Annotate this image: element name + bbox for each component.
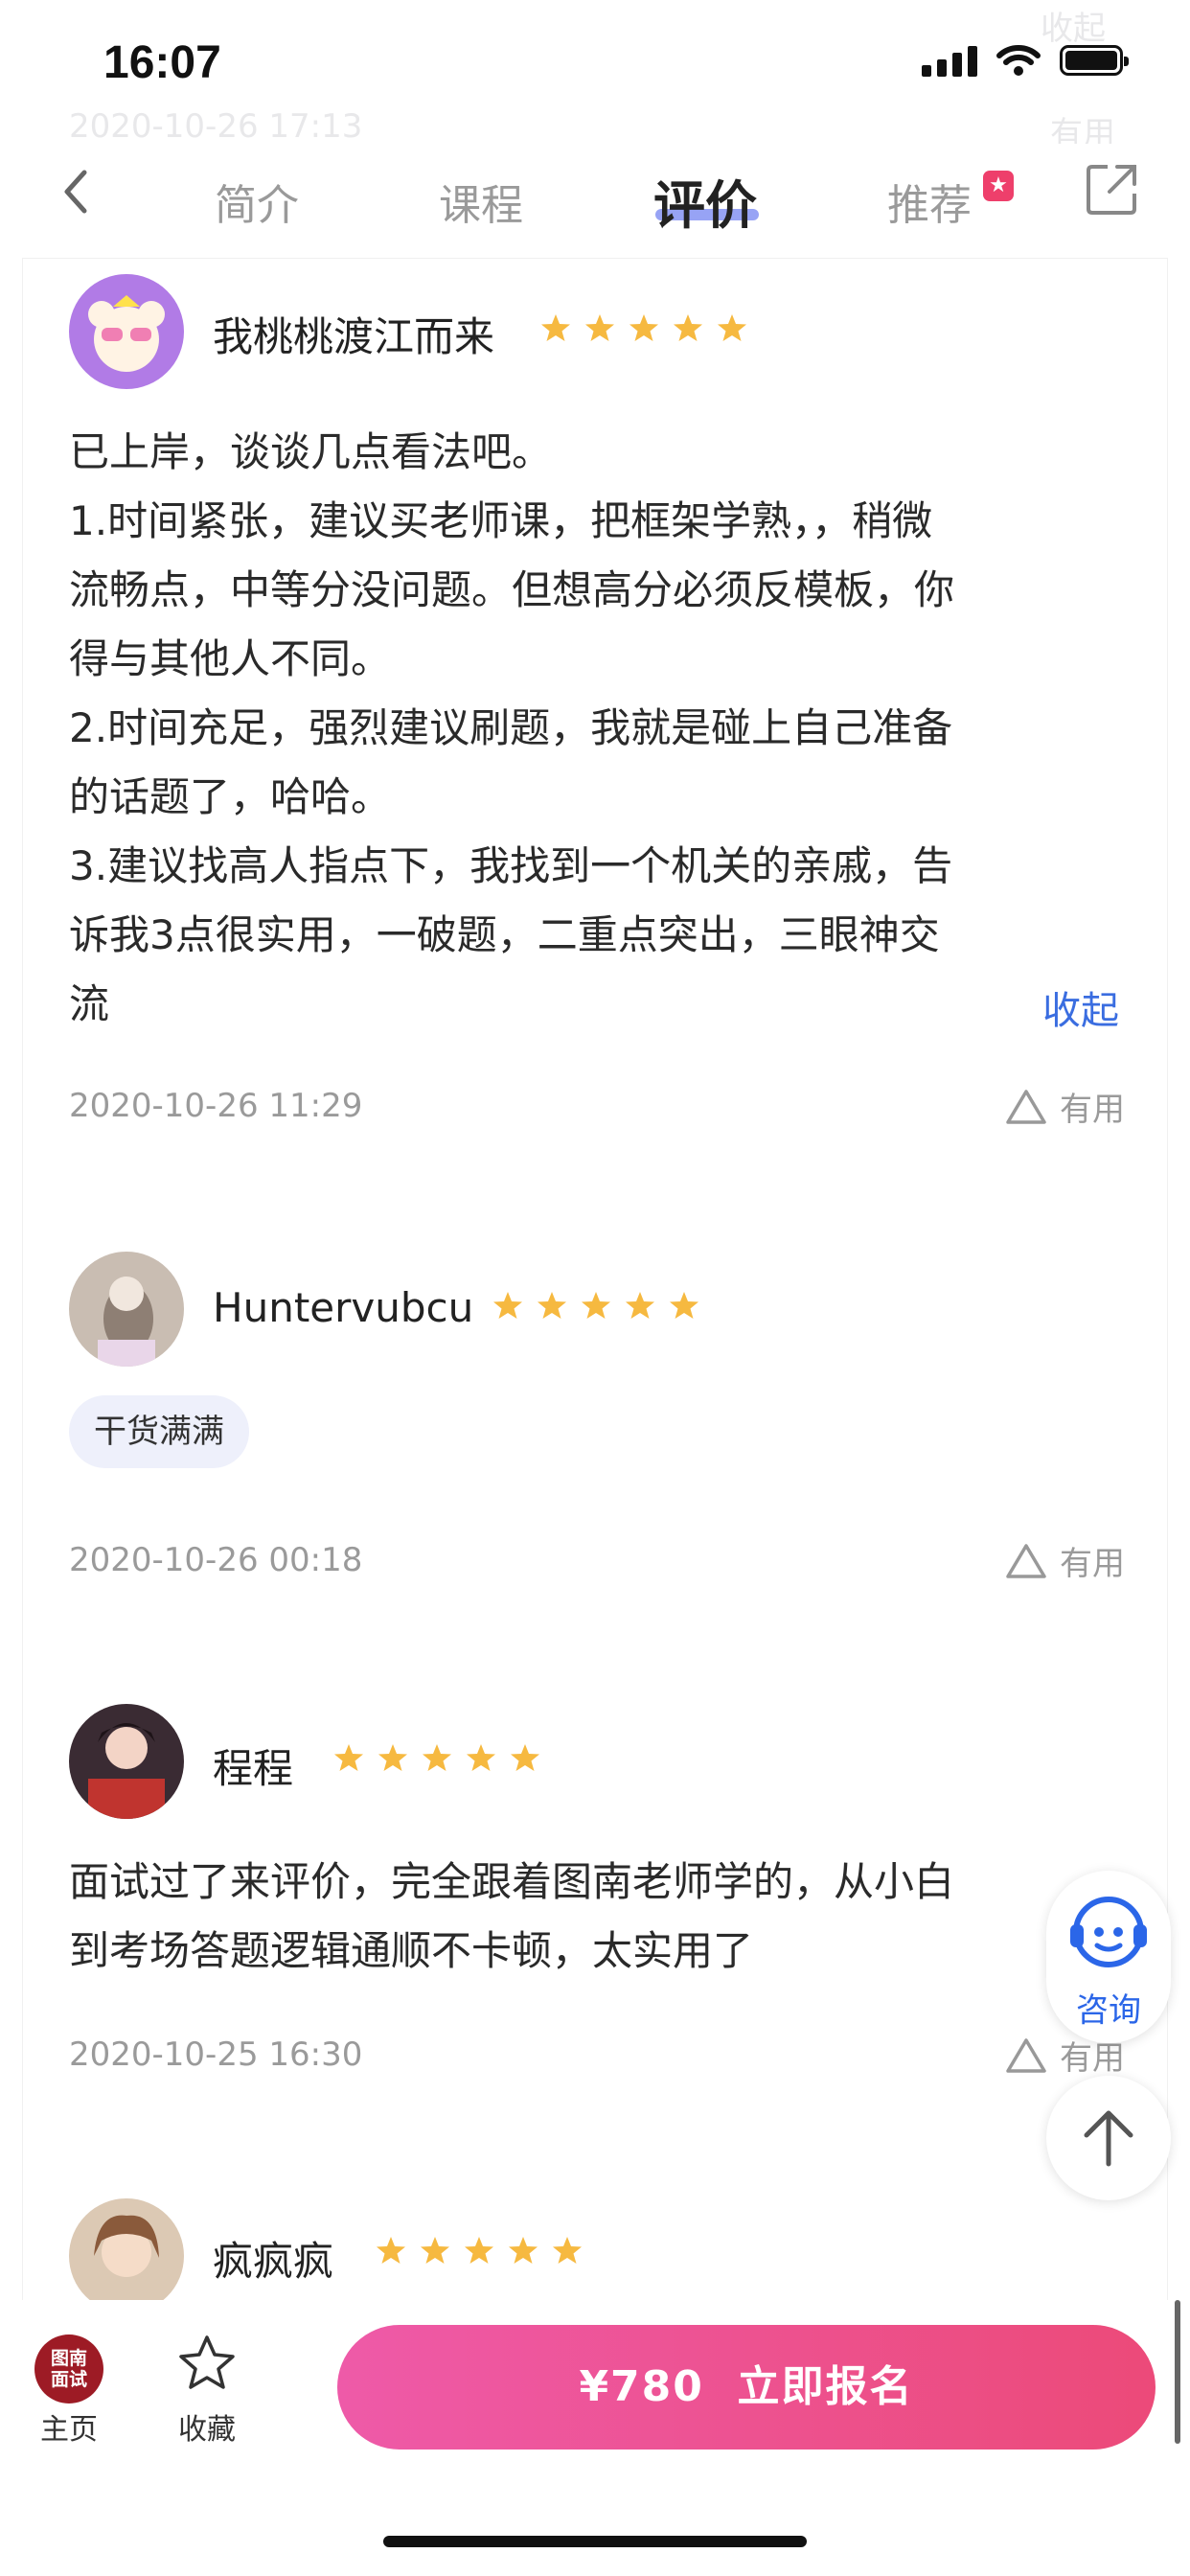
star-icon (423, 1744, 451, 1771)
useful-button[interactable]: 有用 (1004, 1537, 1125, 1584)
scrollbar[interactable] (1175, 2300, 1180, 2444)
star-rating (333, 1742, 540, 1773)
back-to-top-button[interactable] (1046, 2076, 1171, 2200)
useful-label: 有用 (1060, 1545, 1125, 1583)
review-line: 面试过了来评价，完全跟着图南老师学的，从小白 (69, 1858, 955, 1905)
star-outline-icon[interactable] (176, 2333, 238, 2394)
star-rating (376, 2235, 583, 2266)
triangle-icon (1006, 2037, 1046, 2073)
star-icon (509, 2237, 538, 2264)
star-icon (626, 1292, 654, 1319)
consult-label: 咨询 (1076, 1991, 1141, 2030)
star-icon (541, 314, 570, 341)
tab-recommend[interactable]: 推荐 (887, 171, 972, 232)
review-line: 的话题了，哈哈。 (69, 773, 392, 820)
review-line: 诉我3点很实用，一破题，二重点突出，三眼神交 (69, 911, 940, 958)
star-icon (334, 1744, 363, 1771)
review-line: 流 (69, 980, 110, 1027)
home-logo-icon[interactable]: 图南 面试 (34, 2334, 103, 2404)
ghost-date: 2020-10-26 17:13 (69, 107, 363, 146)
useful-button[interactable]: 有用 (1004, 1083, 1125, 1130)
tab-reviews[interactable]: 评价 (653, 163, 757, 239)
review-line: 流畅点，中等分没问题。但想高分必须反模板，你 (69, 566, 955, 613)
star-rating (540, 312, 747, 343)
ghost-collapse: 收起 (1041, 10, 1106, 48)
triangle-icon (1006, 1543, 1046, 1578)
battery-icon (1060, 45, 1129, 76)
review-line: 1.时间紧张，建议买老师课，把框架学熟，，稍微 (69, 497, 933, 544)
signal-icon (922, 44, 977, 77)
review-line: 得与其他人不同。 (69, 635, 392, 682)
nav-bar (0, 144, 1190, 259)
review-date: 2020-10-26 11:29 (69, 1087, 363, 1125)
review-tag: 干货满满 (69, 1395, 249, 1468)
arrow-up-icon (1084, 2110, 1133, 2167)
avatar[interactable] (69, 2198, 184, 2313)
status-icons (922, 44, 1129, 77)
star-icon (674, 314, 702, 341)
status-time: 16:07 (103, 37, 221, 88)
star-icon (465, 2237, 493, 2264)
star-icon (421, 2237, 449, 2264)
review-line: 已上岸，谈谈几点看法吧。 (69, 428, 553, 475)
star-icon (582, 1292, 610, 1319)
star-icon (553, 2237, 582, 2264)
recommend-badge-icon: ★ (983, 171, 1014, 201)
consult-button[interactable]: 咨询 (1046, 1871, 1171, 2043)
triangle-icon (1006, 1089, 1046, 1124)
review-line: 到考场答题逻辑通顺不卡顿，太实用了 (69, 1927, 754, 1974)
favorite-label[interactable]: 收藏 (178, 2405, 236, 2448)
tab-courses[interactable]: 课程 (439, 171, 523, 232)
reviewer-name: 疯疯疯 (213, 2238, 334, 2285)
reviewer-name: 我桃桃渡江而来 (213, 313, 495, 360)
review-date: 2020-10-25 16:30 (69, 2036, 363, 2074)
useful-label: 有用 (1060, 1091, 1125, 1129)
wifi-icon (996, 45, 1041, 76)
review-text: 已上岸，谈谈几点看法吧。 1.时间紧张，建议买老师课，把框架学熟，，稍微 流畅点… (69, 418, 1123, 1039)
star-rating (492, 1290, 699, 1321)
reviewer-name: 程程 (213, 1745, 294, 1792)
home-label[interactable]: 主页 (40, 2405, 98, 2448)
star-icon (493, 1292, 522, 1319)
review-date: 2020-10-26 00:18 (69, 1541, 363, 1579)
avatar[interactable] (69, 1704, 184, 1819)
home-indicator (383, 2536, 807, 2547)
star-icon (511, 1744, 539, 1771)
share-icon[interactable] (1083, 161, 1140, 218)
tab-intro[interactable]: 简介 (215, 171, 299, 232)
star-icon (377, 2237, 405, 2264)
back-icon[interactable] (50, 163, 107, 220)
avatar[interactable] (69, 1252, 184, 1367)
reviewer-name: Huntervubcu (213, 1284, 474, 1331)
star-icon (538, 1292, 566, 1319)
customer-service-icon (1070, 1897, 1147, 1967)
review-line: 3.建议找高人指点下，我找到一个机关的亲戚，告 (69, 842, 953, 889)
star-icon (467, 1744, 495, 1771)
star-icon (670, 1292, 698, 1319)
star-icon (378, 1744, 407, 1771)
star-icon (629, 314, 658, 341)
review-line: 2.时间充足，强烈建议刷题，我就是碰上自己准备 (69, 704, 953, 751)
collapse-link[interactable]: 收起 (1042, 979, 1119, 1035)
enroll-button[interactable]: ¥780 立即报名 (337, 2325, 1156, 2450)
star-icon (585, 314, 614, 341)
avatar[interactable] (69, 274, 184, 389)
star-icon (718, 314, 746, 341)
review-text: 面试过了来评价，完全跟着图南老师学的，从小白 到考场答题逻辑通顺不卡顿，太实用了 (69, 1848, 1123, 1986)
